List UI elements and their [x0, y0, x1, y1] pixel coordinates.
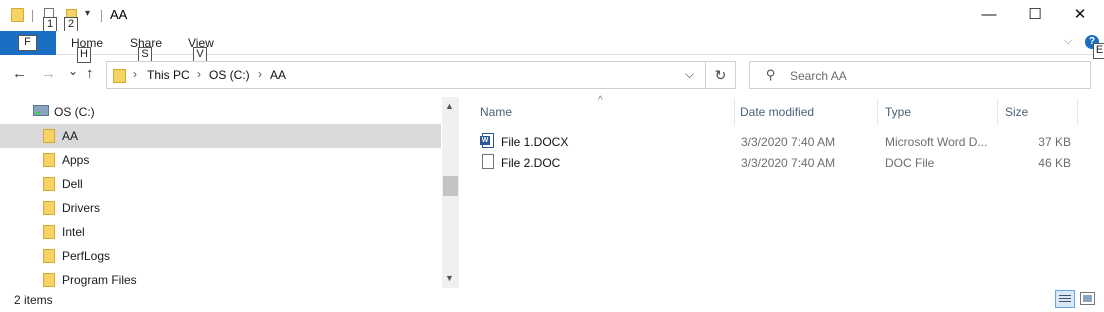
scroll-thumb[interactable] [443, 176, 458, 196]
tree-item-label: Apps [62, 153, 90, 167]
file-date: 3/3/2020 7:40 AM [741, 156, 836, 170]
file-type: DOC File [885, 156, 935, 170]
breadcrumb-separator[interactable]: › [258, 67, 262, 81]
tree-item-label: Dell [62, 177, 83, 191]
close-button[interactable]: ✕ [1057, 0, 1103, 31]
tree-item-label: PerfLogs [62, 249, 111, 263]
folder-icon [43, 177, 55, 191]
keytip-1: 1 [43, 17, 57, 32]
tree-item-label: Program Files [62, 273, 137, 287]
window-title: AA [110, 7, 128, 22]
divider [101, 10, 102, 22]
tree-item-label: AA [62, 129, 79, 143]
folder-icon [43, 129, 55, 143]
file-name: File 2.DOC [501, 156, 561, 170]
details-view-icon[interactable] [1055, 290, 1075, 308]
folder-icon [113, 69, 126, 83]
breadcrumb-separator[interactable]: › [197, 67, 201, 81]
search-input[interactable]: Search AA [790, 69, 847, 83]
column-header-name[interactable]: Name [470, 99, 735, 125]
address-bar[interactable]: › This PC › OS (C:) › AA ⌵ [106, 61, 706, 89]
doc-file-icon [482, 154, 494, 169]
column-header-type[interactable]: Type [875, 99, 998, 125]
folder-icon [43, 249, 55, 263]
up-button[interactable]: ↑ [86, 65, 94, 82]
column-header-size[interactable]: Size [995, 99, 1078, 125]
word-doc-icon [480, 133, 494, 148]
tree-item-perflogs[interactable]: PerfLogs [0, 244, 441, 268]
scroll-down-icon[interactable]: ▼ [445, 273, 454, 283]
search-icon: ⚲ [766, 67, 776, 82]
breadcrumb-separator[interactable]: › [133, 67, 137, 81]
tree-item-drivers[interactable]: Drivers [0, 196, 441, 220]
keytip-2: 2 [64, 17, 78, 32]
refresh-button[interactable]: ↻ [706, 61, 736, 89]
file-type: Microsoft Word D... [885, 135, 988, 149]
keytip-file: F [18, 35, 37, 51]
file-size: 46 KB [1038, 156, 1071, 170]
breadcrumb-this-pc[interactable]: This PC [147, 68, 190, 82]
large-icons-view-icon[interactable] [1080, 292, 1095, 305]
search-box[interactable]: ⚲ Search AA [749, 61, 1091, 89]
tree-item-aa[interactable]: AA [0, 124, 441, 148]
maximize-button[interactable]: ☐ [1012, 0, 1058, 31]
nav-pane-scrollbar[interactable]: ▲ ▼ [442, 97, 459, 288]
recent-locations-button[interactable]: ⌄ [68, 64, 78, 78]
file-list: ^ Name Date modified Type Size File 1.DO… [470, 95, 1104, 288]
back-button[interactable]: ← [12, 65, 27, 82]
divider [32, 10, 33, 22]
tree-item-label: Intel [62, 225, 85, 239]
folder-icon [11, 8, 24, 22]
folder-icon [43, 273, 55, 287]
expand-ribbon-icon[interactable]: ⌵ [1064, 35, 1072, 48]
tab-file[interactable]: F [0, 31, 56, 55]
file-size: 37 KB [1038, 135, 1071, 149]
customize-quick-access-icon[interactable]: ▾ [85, 8, 90, 19]
minimize-button[interactable]: — [966, 0, 1012, 31]
scroll-up-icon[interactable]: ▲ [445, 101, 454, 111]
ribbon-tabs: F Home H Share S View V ⌵ ? E [0, 31, 1104, 63]
navigation-pane: OS (C:) AA Apps Dell Drivers Intel PerfL… [0, 97, 460, 288]
column-header-date[interactable]: Date modified [730, 99, 878, 125]
drive-icon [33, 105, 49, 116]
forward-button[interactable]: → [41, 65, 56, 82]
file-name: File 1.DOCX [501, 135, 569, 149]
folder-icon [43, 225, 55, 239]
title-bar: 1 2 ▾ AA — ☐ ✕ [0, 0, 1104, 32]
tree-item-program-files[interactable]: Program Files [0, 268, 441, 288]
tree-item-dell[interactable]: Dell [0, 172, 441, 196]
breadcrumb-aa[interactable]: AA [270, 68, 286, 82]
file-date: 3/3/2020 7:40 AM [741, 135, 836, 149]
tree-item-apps[interactable]: Apps [0, 148, 441, 172]
folder-icon [43, 153, 55, 167]
item-count: 2 items [14, 293, 53, 307]
file-row[interactable]: File 1.DOCX 3/3/2020 7:40 AM Microsoft W… [480, 131, 1090, 152]
tree-root-label: OS (C:) [54, 105, 95, 119]
file-row[interactable]: File 2.DOC 3/3/2020 7:40 AM DOC File 46 … [480, 152, 1090, 173]
tree-item-label: Drivers [62, 201, 100, 215]
tree-item-intel[interactable]: Intel [0, 220, 441, 244]
breadcrumb-os-c[interactable]: OS (C:) [209, 68, 250, 82]
folder-icon [43, 201, 55, 215]
address-toolbar: ← → ⌄ ↑ › This PC › OS (C:) › AA ⌵ ↻ ⚲ S… [0, 56, 1104, 94]
address-dropdown-icon[interactable]: ⌵ [685, 67, 694, 82]
